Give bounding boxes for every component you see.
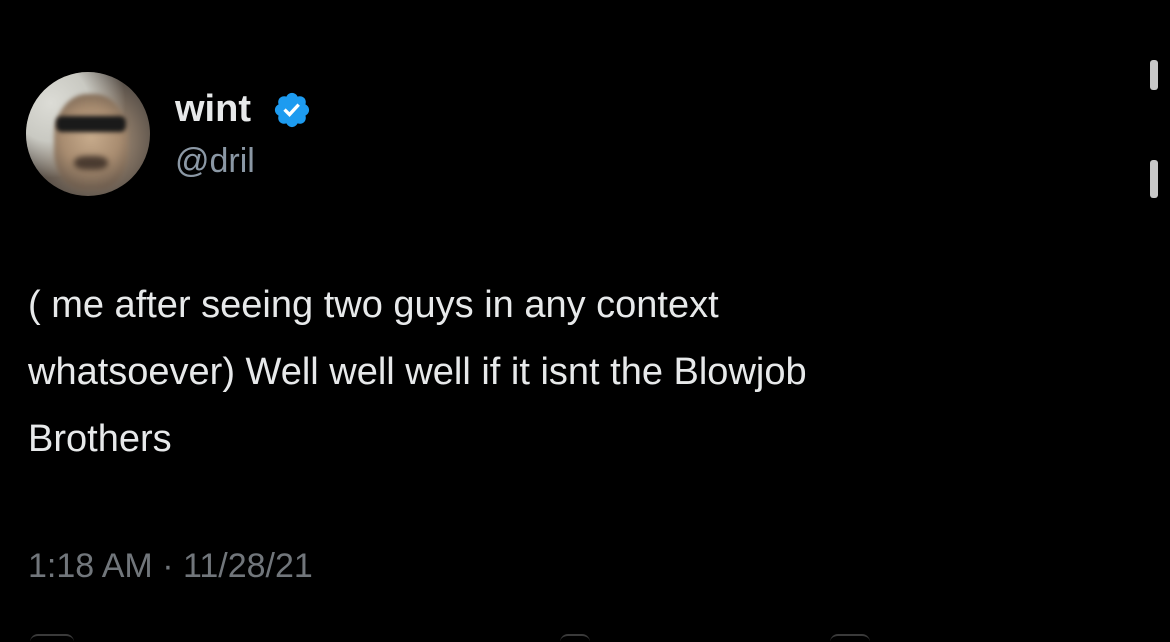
author-display-name[interactable]: wint (175, 84, 251, 134)
scrollbar-thumb[interactable] (1150, 160, 1158, 198)
avatar-face (54, 94, 128, 190)
action-bar-edge (0, 628, 1170, 640)
tweet-timestamp[interactable]: 1:18 AM · 11/28/21 (28, 541, 313, 591)
tweet-text-line: ( me after seeing two guys in any contex… (28, 284, 719, 326)
tweet-text-line: whatsoever) Well well well if it isnt th… (28, 351, 807, 393)
bookmark-icon[interactable] (830, 634, 870, 642)
verified-badge-icon[interactable] (272, 90, 312, 130)
avatar-sunglasses (56, 116, 126, 132)
reply-icon[interactable] (30, 634, 74, 642)
tweet-text: ( me after seeing two guys in any contex… (28, 272, 1068, 473)
tweet-text-line: Brothers (28, 418, 172, 460)
scrollbar-cap (1150, 60, 1158, 90)
author-handle[interactable]: @dril (175, 137, 255, 185)
avatar[interactable] (26, 72, 150, 196)
tweet-detail: wint @dril ( me after seeing two guys in… (0, 0, 1170, 640)
avatar-mouth (74, 156, 108, 170)
like-icon[interactable] (560, 634, 590, 642)
